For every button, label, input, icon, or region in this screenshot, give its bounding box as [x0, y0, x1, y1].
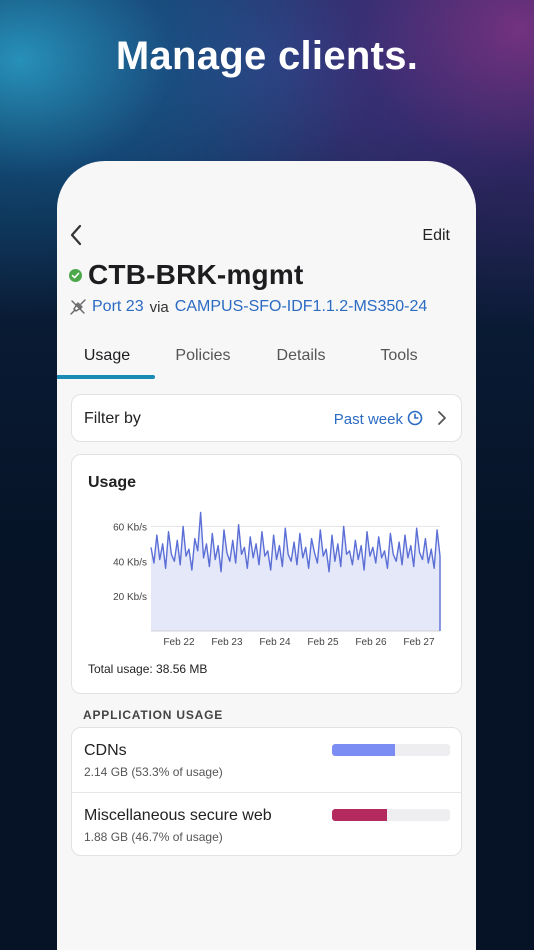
active-tab-indicator	[57, 375, 155, 379]
x-tick-label: Feb 24	[259, 637, 291, 648]
tab-usage[interactable]: Usage	[57, 347, 157, 365]
y-tick-label: 40 Kb/s	[113, 557, 147, 568]
usage-bar-fill	[332, 744, 395, 756]
usage-area	[151, 512, 440, 631]
app-usage-header: APPLICATION USAGE	[83, 708, 224, 722]
usage-bar	[332, 809, 450, 821]
app-usage-list: CDNs 2.14 GB (53.3% of usage) Miscellane…	[71, 727, 462, 856]
phone-screen: Edit CTB-BRK-mgmt Port 23 via CAMPUS-SFO…	[57, 161, 476, 950]
total-usage: Total usage: 38.56 MB	[88, 662, 208, 676]
headline: Manage clients.	[115, 34, 419, 78]
y-tick-label: 60 Kb/s	[113, 522, 147, 533]
filter-label: Filter by	[84, 410, 141, 427]
tab-policies[interactable]: Policies	[153, 347, 253, 365]
y-tick-label: 20 Kb/s	[113, 592, 147, 603]
usage-chart[interactable]: 60 Kb/s 40 Kb/s 20 Kb/s Feb 22 Feb 23 Feb 24 F…	[72, 501, 461, 651]
page-title: CTB-BRK-mgmt	[88, 259, 304, 290]
app-name: Miscellaneous secure web	[84, 807, 272, 824]
list-item-misc-secure-web[interactable]: Miscellaneous secure web 1.88 GB (46.7% …	[72, 792, 461, 856]
tab-tools[interactable]: Tools	[349, 347, 449, 365]
usage-bar-fill	[332, 809, 388, 821]
x-tick-label: Feb 27	[403, 637, 435, 648]
status-online-icon	[69, 268, 82, 282]
switch-link[interactable]: CAMPUS-SFO-IDF1.1.2-MS350-24	[175, 298, 428, 316]
port-link[interactable]: Port 23	[92, 298, 144, 316]
x-tick-label: Feb 26	[355, 637, 387, 648]
usage-bar	[332, 744, 450, 756]
clock-icon	[407, 410, 423, 426]
client-header: CTB-BRK-mgmt	[69, 259, 303, 291]
edit-button[interactable]: Edit	[422, 227, 450, 245]
app-detail: 1.88 GB (46.7% of usage)	[84, 830, 223, 844]
app-detail: 2.14 GB (53.3% of usage)	[84, 765, 223, 779]
chevron-right-icon	[438, 411, 446, 425]
list-item-cdns[interactable]: CDNs 2.14 GB (53.3% of usage)	[72, 728, 461, 792]
usage-title: Usage	[88, 474, 137, 491]
top-bar: Edit	[57, 223, 476, 247]
tab-bar: Usage Policies Details Tools	[57, 347, 476, 381]
connection-info: Port 23 via CAMPUS-SFO-IDF1.1.2-MS350-24	[69, 298, 427, 316]
x-tick-label: Feb 22	[163, 637, 195, 648]
tab-details[interactable]: Details	[251, 347, 351, 365]
app-name: CDNs	[84, 742, 127, 759]
via-label: via	[149, 298, 169, 316]
filter-value[interactable]: Past week	[334, 411, 403, 428]
filter-card[interactable]: Filter by Past week	[71, 394, 462, 442]
ethernet-port-icon	[70, 299, 86, 315]
x-tick-label: Feb 25	[307, 637, 339, 648]
chevron-left-icon	[70, 224, 82, 246]
usage-card: Usage 60 Kb/s 40 Kb/s 20 Kb/s Feb 22 Feb 23 F…	[71, 454, 462, 694]
back-button[interactable]	[67, 223, 87, 247]
x-tick-label: Feb 23	[211, 637, 243, 648]
